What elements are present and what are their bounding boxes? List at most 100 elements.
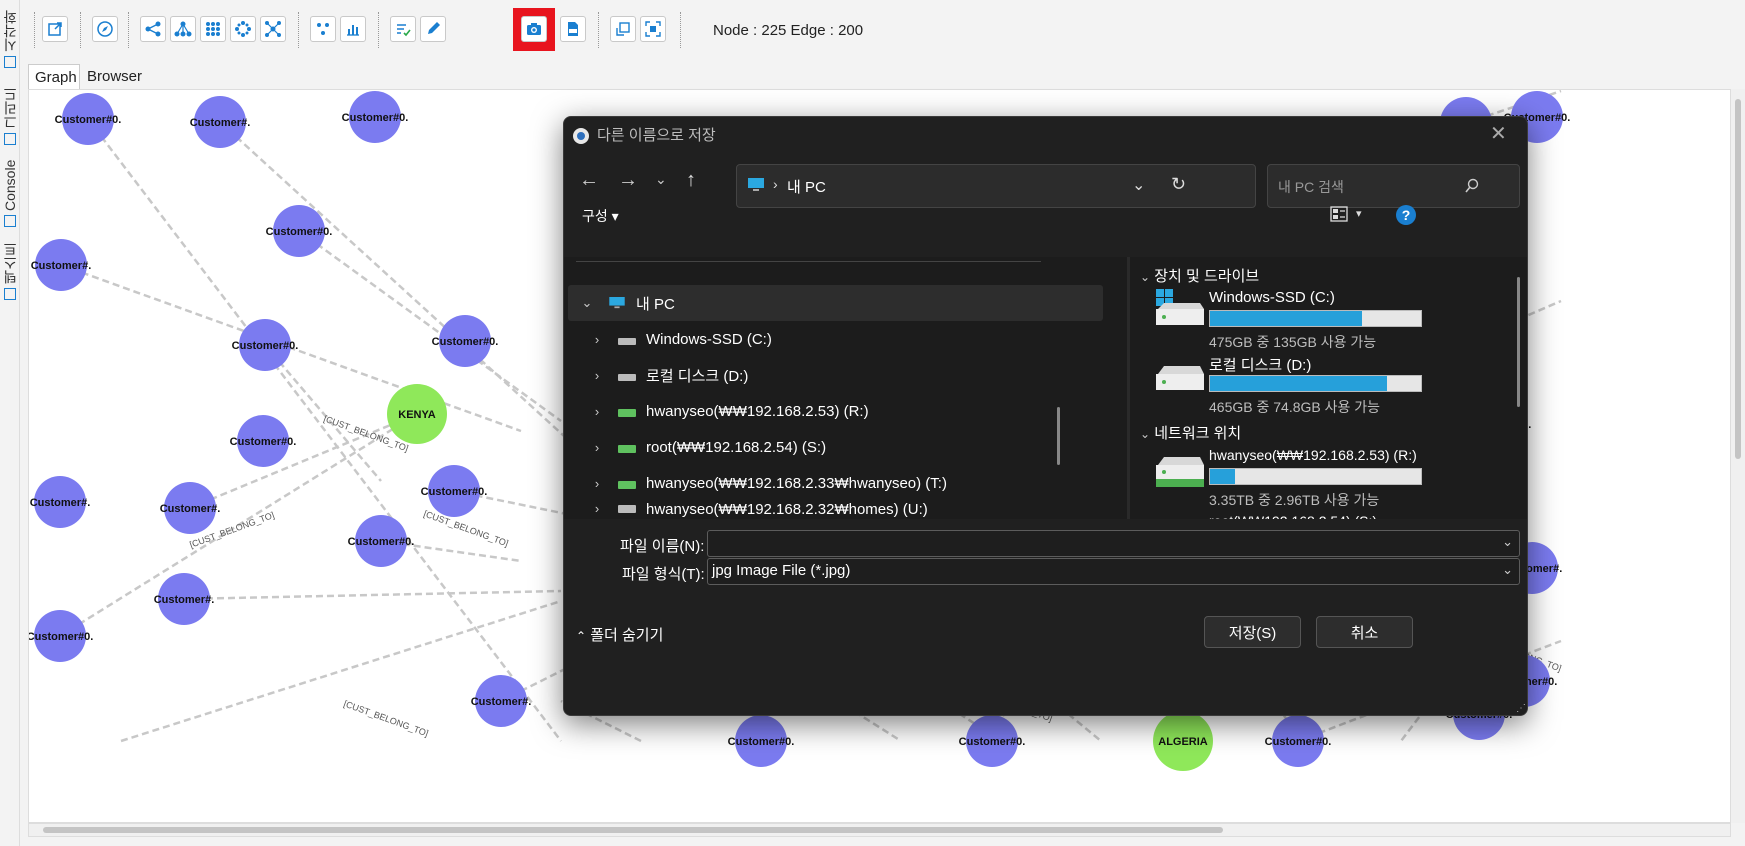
expand-icon	[616, 22, 630, 36]
hide-folders-label: 폴더 숨기기	[590, 627, 664, 644]
up-arrow-icon[interactable]: ↑	[686, 169, 696, 192]
tree-item-label: Windows-SSD (C:)	[646, 330, 772, 348]
tree-item-label: 로컬 디스크 (D:)	[646, 367, 749, 385]
drive-tile-c[interactable]: Windows-SSD (C:) 475GB 중 135GB 사용 가능	[1152, 289, 1512, 355]
address-text: 내 PC	[787, 179, 826, 196]
windows-drive-icon	[1156, 289, 1204, 325]
tree-item-label: hwanyseo(₩₩192.168.2.32₩homes) (U:)	[646, 501, 928, 518]
customer-node-label: Customer#0.	[421, 486, 488, 498]
layout-circle-button[interactable]	[230, 16, 256, 42]
filetype-dropdown-icon[interactable]: ⌄	[1502, 562, 1513, 578]
customer-node-label: Customer#0.	[55, 114, 122, 126]
refresh-icon[interactable]: ↻	[1171, 174, 1186, 195]
resize-grip-icon[interactable]: ⋰	[1516, 703, 1526, 714]
expand-chevron-icon: ⌄	[581, 295, 593, 310]
network-drive-icon	[618, 481, 636, 489]
view-options-icon[interactable]	[1330, 206, 1348, 222]
tree-item-my-pc[interactable]: ⌄ 내 PC	[568, 285, 1103, 321]
tree-item-drive-c[interactable]: › Windows-SSD (C:)	[578, 321, 1113, 357]
search-box[interactable]: 내 PC 검색	[1267, 164, 1520, 208]
pc-icon	[609, 297, 625, 309]
edge-label: [CUST_BELONG_TO]	[342, 698, 429, 738]
screenshot-button[interactable]	[521, 16, 547, 42]
tree-item-drive-s[interactable]: › root(₩₩192.168.2.54) (S:)	[578, 429, 1113, 465]
save-as-dialog: 다른 이름으로 저장 ✕ ← → ⌄ ↑ › 내 PC ⌄ ↻ 내 PC 검색 …	[563, 116, 1528, 716]
layout-force-button[interactable]	[260, 16, 286, 42]
nation-node-label: KENYA	[398, 409, 436, 421]
layout-tree-button[interactable]	[140, 16, 166, 42]
recent-dropdown-icon[interactable]: ⌄	[655, 171, 667, 188]
search-placeholder: 내 PC 검색	[1278, 179, 1344, 195]
app-icon	[573, 128, 589, 144]
side-tab-text[interactable]: 텍스트	[0, 240, 20, 302]
hierarchy-icon	[174, 21, 192, 37]
view-dropdown-icon[interactable]: ▾	[1356, 207, 1362, 220]
scatter-icon	[317, 23, 329, 35]
side-tab-grid[interactable]: 그리드	[0, 86, 20, 146]
horizontal-scrollbar[interactable]	[28, 823, 1731, 837]
fit-screen-button[interactable]	[640, 16, 666, 42]
filetype-select[interactable]: jpg Image File (*.jpg) ⌄	[707, 558, 1520, 585]
console-icon	[4, 214, 16, 227]
drive-tile-d[interactable]: 로컬 디스크 (D:) 465GB 중 74.8GB 사용 가능	[1152, 354, 1512, 420]
layout-grid-button[interactable]	[200, 16, 226, 42]
side-tab-text-label: 텍스트	[2, 242, 18, 284]
tree-item-drive-t[interactable]: › hwanyseo(₩₩192.168.2.33₩hwanyseo) (T:)	[578, 465, 1113, 501]
vertical-scroll-thumb[interactable]	[1735, 99, 1741, 459]
organize-button[interactable]: 구성 ▾	[582, 206, 619, 226]
help-icon[interactable]: ?	[1396, 205, 1416, 225]
side-tab-console[interactable]: Console	[0, 158, 20, 228]
pencil-icon	[428, 22, 440, 34]
export-csv-button[interactable]	[560, 16, 586, 42]
address-bar[interactable]: › 내 PC ⌄ ↻	[736, 164, 1256, 208]
scatter-button[interactable]	[310, 16, 336, 42]
edge-line[interactable]	[87, 118, 562, 742]
side-tab-bar: 시각화 그리드 Console 텍스트	[0, 0, 20, 846]
tab-browser[interactable]: Browser	[81, 64, 145, 89]
open-external-button[interactable]	[42, 16, 68, 42]
drive-usage-text: 475GB 중 135GB 사용 가능	[1209, 334, 1377, 350]
compass-icon	[97, 21, 113, 37]
customer-node-label: Customer#.	[30, 497, 91, 509]
fit-screen-icon	[645, 21, 661, 37]
drive-tile-r[interactable]: hwanyseo(₩₩192.168.2.53) (R:) 3.35TB 중 2…	[1152, 447, 1512, 513]
layout-hierarchy-button[interactable]	[170, 16, 196, 42]
tab-graph[interactable]: Graph	[28, 64, 80, 89]
drive-usage-text: 3.35TB 중 2.96TB 사용 가능	[1209, 492, 1380, 508]
horizontal-scroll-thumb[interactable]	[43, 827, 1223, 833]
compass-button[interactable]	[92, 16, 118, 42]
close-icon[interactable]: ✕	[1490, 121, 1507, 146]
save-button[interactable]: 저장(S)	[1204, 616, 1301, 648]
forward-arrow-icon[interactable]: →	[618, 169, 638, 192]
drives-scroll-thumb[interactable]	[1517, 277, 1520, 407]
drive-usage-bar	[1209, 468, 1422, 485]
tree-item-drive-d[interactable]: › 로컬 디스크 (D:)	[578, 357, 1113, 393]
customer-node-label: Customer#0.	[959, 736, 1026, 748]
toolbar: Node : 225 Edge : 200	[20, 0, 1745, 64]
section-devices-header[interactable]: ⌄ 장치 및 드라이브	[1140, 265, 1259, 286]
edge-line[interactable]	[189, 412, 418, 510]
checklist-button[interactable]	[390, 16, 416, 42]
vertical-scrollbar[interactable]	[1731, 89, 1745, 823]
drive-usage-fill	[1210, 469, 1236, 484]
customer-node-label: Customer#0.	[232, 340, 299, 352]
edge-line[interactable]	[264, 344, 382, 482]
edit-button[interactable]	[420, 16, 446, 42]
tree-scroll-thumb[interactable]	[1057, 407, 1060, 465]
filename-dropdown-icon[interactable]: ⌄	[1502, 534, 1513, 550]
filename-input[interactable]: ⌄	[707, 530, 1520, 557]
drive-usage-fill	[1210, 311, 1362, 326]
tree-item-drive-r[interactable]: › hwanyseo(₩₩192.168.2.53) (R:)	[578, 393, 1113, 429]
section-network-header[interactable]: ⌄ 네트워크 위치	[1140, 422, 1241, 443]
back-arrow-icon[interactable]: ←	[579, 169, 599, 192]
edge-line[interactable]	[183, 589, 562, 601]
cancel-button[interactable]: 취소	[1316, 616, 1413, 648]
side-tab-console-label: Console	[2, 159, 18, 211]
address-dropdown-icon[interactable]: ⌄	[1132, 175, 1145, 195]
collapse-chevron-icon: ⌄	[1140, 427, 1151, 441]
customer-node-label: Customer#.	[471, 696, 532, 708]
chart-button[interactable]	[340, 16, 366, 42]
hide-folders-button[interactable]: ⌃ 폴더 숨기기	[576, 624, 663, 645]
side-tab-visualization[interactable]: 시각화	[0, 4, 20, 74]
expand-button[interactable]	[610, 16, 636, 42]
